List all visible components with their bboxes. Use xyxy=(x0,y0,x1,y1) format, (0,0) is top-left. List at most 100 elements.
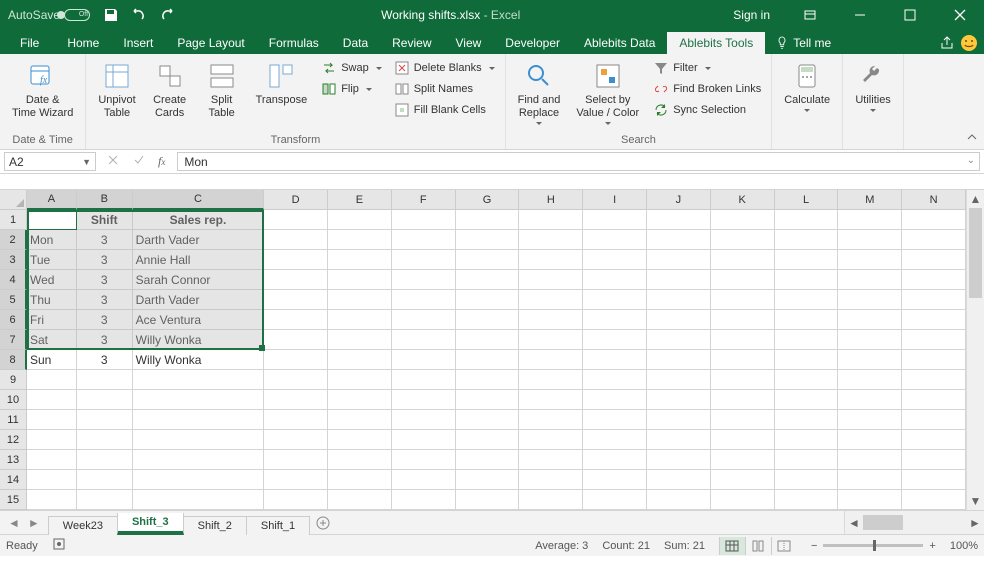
cell-F5[interactable] xyxy=(392,290,456,310)
cell-L15[interactable] xyxy=(775,490,839,510)
cell-B2[interactable]: 3 xyxy=(77,230,133,250)
cell-G14[interactable] xyxy=(456,470,520,490)
column-header-M[interactable]: M xyxy=(838,190,902,210)
cell-M4[interactable] xyxy=(838,270,902,290)
cell-D8[interactable] xyxy=(264,350,328,370)
cell-N2[interactable] xyxy=(902,230,966,250)
cell-D5[interactable] xyxy=(264,290,328,310)
cell-M5[interactable] xyxy=(838,290,902,310)
cell-E3[interactable] xyxy=(328,250,392,270)
cell-L1[interactable] xyxy=(775,210,839,230)
cell-M15[interactable] xyxy=(838,490,902,510)
split-table-button[interactable]: Split Table xyxy=(198,56,246,122)
cell-L14[interactable] xyxy=(775,470,839,490)
cell-F6[interactable] xyxy=(392,310,456,330)
sync-selection-button[interactable]: Sync Selection xyxy=(649,100,765,120)
cell-I15[interactable] xyxy=(583,490,647,510)
cell-I11[interactable] xyxy=(583,410,647,430)
row-header-10[interactable]: 10 xyxy=(0,390,27,410)
cell-E12[interactable] xyxy=(328,430,392,450)
cell-A5[interactable]: Thu xyxy=(27,290,77,310)
cell-L3[interactable] xyxy=(775,250,839,270)
tab-ablebits-tools[interactable]: Ablebits Tools xyxy=(667,32,765,54)
cell-B10[interactable] xyxy=(77,390,133,410)
cell-N12[interactable] xyxy=(902,430,966,450)
cell-I13[interactable] xyxy=(583,450,647,470)
cell-G1[interactable] xyxy=(456,210,520,230)
row-header-13[interactable]: 13 xyxy=(0,450,27,470)
cell-M7[interactable] xyxy=(838,330,902,350)
insert-function-button[interactable]: fx xyxy=(154,154,169,169)
save-button[interactable] xyxy=(100,4,122,26)
cell-K11[interactable] xyxy=(711,410,775,430)
cell-A3[interactable]: Tue xyxy=(27,250,77,270)
column-header-E[interactable]: E xyxy=(328,190,392,210)
cell-L9[interactable] xyxy=(775,370,839,390)
row-header-5[interactable]: 5 xyxy=(0,290,27,310)
cell-A4[interactable]: Wed xyxy=(27,270,77,290)
cell-K12[interactable] xyxy=(711,430,775,450)
cell-G10[interactable] xyxy=(456,390,520,410)
create-cards-button[interactable]: Create Cards xyxy=(146,56,194,122)
scroll-up-button[interactable]: ▲ xyxy=(967,190,984,208)
cell-N7[interactable] xyxy=(902,330,966,350)
cell-M11[interactable] xyxy=(838,410,902,430)
cell-A13[interactable] xyxy=(27,450,77,470)
cell-D13[interactable] xyxy=(264,450,328,470)
cell-H5[interactable] xyxy=(519,290,583,310)
cell-B12[interactable] xyxy=(77,430,133,450)
row-header-1[interactable]: 1 xyxy=(0,210,27,230)
cell-C9[interactable] xyxy=(133,370,265,390)
cell-M13[interactable] xyxy=(838,450,902,470)
cell-M6[interactable] xyxy=(838,310,902,330)
sheet-tab-shift_1[interactable]: Shift_1 xyxy=(246,516,310,535)
flip-button[interactable]: Flip xyxy=(317,79,386,99)
cell-E15[interactable] xyxy=(328,490,392,510)
cell-C3[interactable]: Annie Hall xyxy=(133,250,265,270)
formula-bar[interactable]: Mon ⌄ xyxy=(177,152,980,171)
row-header-8[interactable]: 8 xyxy=(0,350,27,370)
cell-L11[interactable] xyxy=(775,410,839,430)
select-by-value-button[interactable]: Select by Value / Color xyxy=(570,56,645,127)
zoom-in-button[interactable]: + xyxy=(929,540,935,552)
column-header-N[interactable]: N xyxy=(902,190,966,210)
cell-C4[interactable]: Sarah Connor xyxy=(133,270,265,290)
delete-blanks-button[interactable]: Delete Blanks xyxy=(390,58,499,78)
unpivot-table-button[interactable]: Unpivot Table xyxy=(92,56,141,122)
cell-K4[interactable] xyxy=(711,270,775,290)
cell-H15[interactable] xyxy=(519,490,583,510)
zoom-level[interactable]: 100% xyxy=(950,540,978,552)
cell-C11[interactable] xyxy=(133,410,265,430)
row-header-9[interactable]: 9 xyxy=(0,370,27,390)
cell-J14[interactable] xyxy=(647,470,711,490)
sheet-tab-week23[interactable]: Week23 xyxy=(48,516,118,535)
cell-N14[interactable] xyxy=(902,470,966,490)
cell-H13[interactable] xyxy=(519,450,583,470)
cell-K7[interactable] xyxy=(711,330,775,350)
column-header-I[interactable]: I xyxy=(583,190,647,210)
row-header-3[interactable]: 3 xyxy=(0,250,27,270)
cell-C2[interactable]: Darth Vader xyxy=(133,230,265,250)
cell-M2[interactable] xyxy=(838,230,902,250)
cell-E8[interactable] xyxy=(328,350,392,370)
cell-L12[interactable] xyxy=(775,430,839,450)
cell-N1[interactable] xyxy=(902,210,966,230)
cell-G6[interactable] xyxy=(456,310,520,330)
cell-A9[interactable] xyxy=(27,370,77,390)
cell-F10[interactable] xyxy=(392,390,456,410)
cell-A10[interactable] xyxy=(27,390,77,410)
cell-L6[interactable] xyxy=(775,310,839,330)
cell-J1[interactable] xyxy=(647,210,711,230)
cell-M10[interactable] xyxy=(838,390,902,410)
row-header-11[interactable]: 11 xyxy=(0,410,27,430)
cell-E4[interactable] xyxy=(328,270,392,290)
cell-J2[interactable] xyxy=(647,230,711,250)
cell-G15[interactable] xyxy=(456,490,520,510)
cell-H7[interactable] xyxy=(519,330,583,350)
cell-E13[interactable] xyxy=(328,450,392,470)
cell-C12[interactable] xyxy=(133,430,265,450)
cell-A11[interactable] xyxy=(27,410,77,430)
column-header-G[interactable]: G xyxy=(456,190,520,210)
view-page-break-button[interactable] xyxy=(771,537,797,555)
cell-L10[interactable] xyxy=(775,390,839,410)
